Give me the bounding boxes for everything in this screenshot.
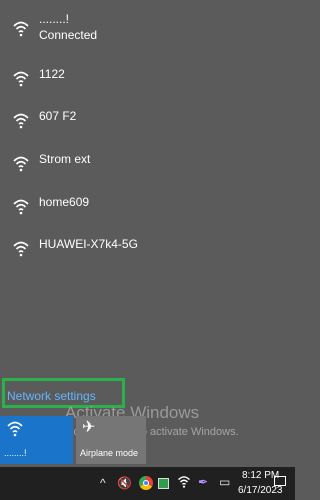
taskbar-date[interactable]: 6/17/2023 [238,485,283,496]
network-name: Strom ext [39,152,91,166]
wifi-tile-label: ........! [4,448,27,458]
network-name: 1122 [39,67,65,81]
wifi-icon [12,112,30,130]
show-hidden-icons-chevron-icon[interactable]: ^ [100,476,106,490]
keyboard-icon[interactable]: ▭ [219,475,230,489]
network-item[interactable]: 1122 [0,60,295,100]
volume-muted-icon[interactable]: 🔇 [117,476,132,490]
network-item[interactable]: Strom ext [0,145,295,185]
network-name: HUAWEI-X7k4-5G [39,237,138,251]
pen-icon[interactable]: ✒ [198,475,208,489]
network-settings-link[interactable]: Network settings [7,389,96,403]
network-item[interactable]: HUAWEI-X7k4-5G [0,230,295,270]
wifi-quick-action-tile[interactable]: ........! [0,416,73,464]
airplane-mode-label: Airplane mode [80,448,139,458]
airplane-icon: ✈ [82,419,96,436]
network-status: Connected [39,28,98,42]
network-name: 607 F2 [39,109,77,123]
app-tray-icon[interactable] [158,478,169,489]
wifi-icon [12,240,30,258]
wifi-icon [6,420,24,438]
network-name: home609 [39,195,90,209]
wifi-icon [12,70,30,88]
wifi-tray-icon[interactable] [177,475,191,492]
wifi-icon [12,20,30,38]
network-name: ........! [39,12,70,26]
wifi-icon [12,198,30,216]
network-item-connected[interactable]: ........! Connected [0,10,295,50]
network-item[interactable]: home609 [0,188,295,228]
airplane-mode-tile[interactable]: ✈ Airplane mode [76,416,146,464]
network-item[interactable]: 607 F2 [0,102,295,142]
notification-center-icon[interactable] [274,476,286,486]
chrome-icon[interactable] [139,476,153,490]
wifi-icon [12,155,30,173]
